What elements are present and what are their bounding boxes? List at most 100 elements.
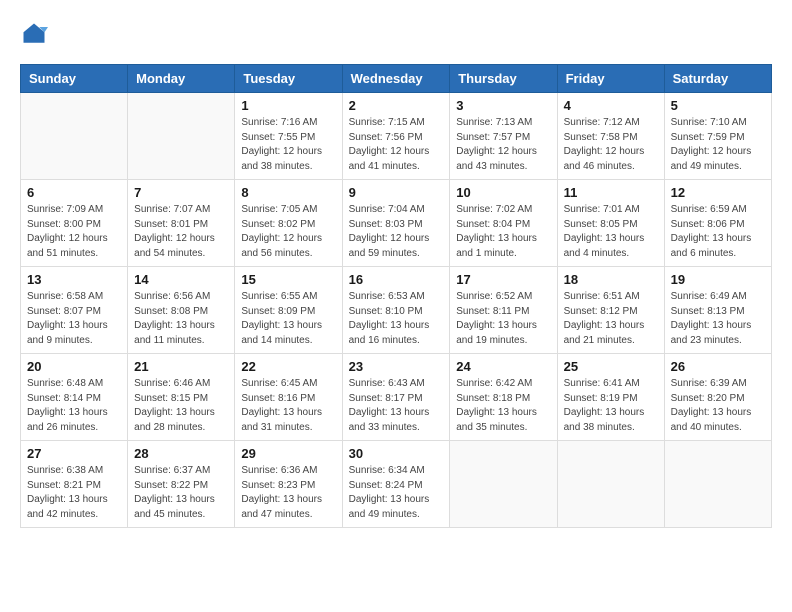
day-number: 17 bbox=[456, 272, 550, 287]
day-number: 5 bbox=[671, 98, 765, 113]
day-info: Sunrise: 6:48 AM Sunset: 8:14 PM Dayligh… bbox=[27, 377, 121, 435]
day-number: 16 bbox=[349, 272, 444, 287]
day-info: Sunrise: 7:16 AM Sunset: 7:55 PM Dayligh… bbox=[241, 116, 335, 174]
calendar-table: SundayMondayTuesdayWednesdayThursdayFrid… bbox=[20, 64, 772, 528]
weekday-header: Thursday bbox=[450, 65, 557, 93]
calendar-cell bbox=[450, 441, 557, 528]
weekday-header: Tuesday bbox=[235, 65, 342, 93]
day-number: 4 bbox=[564, 98, 658, 113]
day-number: 30 bbox=[349, 446, 444, 461]
calendar-cell: 24 Sunrise: 6:42 AM Sunset: 8:18 PM Dayli… bbox=[450, 354, 557, 441]
page-header bbox=[20, 20, 772, 48]
calendar-cell: 14 Sunrise: 6:56 AM Sunset: 8:08 PM Dayli… bbox=[128, 267, 235, 354]
weekday-header: Saturday bbox=[664, 65, 771, 93]
calendar-cell: 29 Sunrise: 6:36 AM Sunset: 8:23 PM Dayli… bbox=[235, 441, 342, 528]
day-number: 19 bbox=[671, 272, 765, 287]
calendar-cell: 23 Sunrise: 6:43 AM Sunset: 8:17 PM Dayli… bbox=[342, 354, 450, 441]
day-info: Sunrise: 6:52 AM Sunset: 8:11 PM Dayligh… bbox=[456, 290, 550, 348]
day-number: 15 bbox=[241, 272, 335, 287]
calendar-header-row: SundayMondayTuesdayWednesdayThursdayFrid… bbox=[21, 65, 772, 93]
day-info: Sunrise: 6:56 AM Sunset: 8:08 PM Dayligh… bbox=[134, 290, 228, 348]
day-info: Sunrise: 6:43 AM Sunset: 8:17 PM Dayligh… bbox=[349, 377, 444, 435]
day-number: 7 bbox=[134, 185, 228, 200]
day-info: Sunrise: 6:34 AM Sunset: 8:24 PM Dayligh… bbox=[349, 464, 444, 522]
weekday-header: Wednesday bbox=[342, 65, 450, 93]
day-info: Sunrise: 6:58 AM Sunset: 8:07 PM Dayligh… bbox=[27, 290, 121, 348]
calendar-cell: 27Sunrise: 6:38 AM Sunset: 8:21 PM Dayli… bbox=[21, 441, 128, 528]
day-number: 20 bbox=[27, 359, 121, 374]
day-info: Sunrise: 7:02 AM Sunset: 8:04 PM Dayligh… bbox=[456, 203, 550, 261]
calendar-cell: 12 Sunrise: 6:59 AM Sunset: 8:06 PM Dayli… bbox=[664, 180, 771, 267]
calendar-cell: 15 Sunrise: 6:55 AM Sunset: 8:09 PM Dayli… bbox=[235, 267, 342, 354]
calendar-cell: 18 Sunrise: 6:51 AM Sunset: 8:12 PM Dayli… bbox=[557, 267, 664, 354]
calendar-cell: 5Sunrise: 7:10 AM Sunset: 7:59 PM Daylig… bbox=[664, 93, 771, 180]
day-number: 11 bbox=[564, 185, 658, 200]
day-info: Sunrise: 6:53 AM Sunset: 8:10 PM Dayligh… bbox=[349, 290, 444, 348]
day-number: 23 bbox=[349, 359, 444, 374]
calendar-cell: 13 Sunrise: 6:58 AM Sunset: 8:07 PM Dayli… bbox=[21, 267, 128, 354]
day-info: Sunrise: 7:09 AM Sunset: 8:00 PM Dayligh… bbox=[27, 203, 121, 261]
calendar-cell: 7 Sunrise: 7:07 AM Sunset: 8:01 PM Daylig… bbox=[128, 180, 235, 267]
calendar-cell: 6 Sunrise: 7:09 AM Sunset: 8:00 PM Daylig… bbox=[21, 180, 128, 267]
day-number: 9 bbox=[349, 185, 444, 200]
day-info: Sunrise: 6:59 AM Sunset: 8:06 PM Dayligh… bbox=[671, 203, 765, 261]
calendar-week-row: 27Sunrise: 6:38 AM Sunset: 8:21 PM Dayli… bbox=[21, 441, 772, 528]
calendar-week-row: 20 Sunrise: 6:48 AM Sunset: 8:14 PM Dayli… bbox=[21, 354, 772, 441]
day-number: 28 bbox=[134, 446, 228, 461]
calendar-cell: 16 Sunrise: 6:53 AM Sunset: 8:10 PM Dayli… bbox=[342, 267, 450, 354]
day-number: 18 bbox=[564, 272, 658, 287]
day-number: 1 bbox=[241, 98, 335, 113]
calendar-week-row: 13 Sunrise: 6:58 AM Sunset: 8:07 PM Dayli… bbox=[21, 267, 772, 354]
calendar-cell bbox=[664, 441, 771, 528]
calendar-cell bbox=[128, 93, 235, 180]
day-number: 14 bbox=[134, 272, 228, 287]
weekday-header: Friday bbox=[557, 65, 664, 93]
calendar-cell bbox=[21, 93, 128, 180]
day-info: Sunrise: 7:07 AM Sunset: 8:01 PM Dayligh… bbox=[134, 203, 228, 261]
day-number: 21 bbox=[134, 359, 228, 374]
logo-icon bbox=[20, 20, 48, 48]
calendar-cell: 19 Sunrise: 6:49 AM Sunset: 8:13 PM Dayli… bbox=[664, 267, 771, 354]
day-info: Sunrise: 6:46 AM Sunset: 8:15 PM Dayligh… bbox=[134, 377, 228, 435]
day-info: Sunrise: 6:38 AM Sunset: 8:21 PM Dayligh… bbox=[27, 464, 121, 522]
weekday-header: Sunday bbox=[21, 65, 128, 93]
day-info: Sunrise: 7:05 AM Sunset: 8:02 PM Dayligh… bbox=[241, 203, 335, 261]
day-number: 13 bbox=[27, 272, 121, 287]
day-info: Sunrise: 6:41 AM Sunset: 8:19 PM Dayligh… bbox=[564, 377, 658, 435]
calendar-cell: 4Sunrise: 7:12 AM Sunset: 7:58 PM Daylig… bbox=[557, 93, 664, 180]
calendar-week-row: 6 Sunrise: 7:09 AM Sunset: 8:00 PM Daylig… bbox=[21, 180, 772, 267]
calendar-cell: 22 Sunrise: 6:45 AM Sunset: 8:16 PM Dayli… bbox=[235, 354, 342, 441]
day-number: 6 bbox=[27, 185, 121, 200]
calendar-cell: 9 Sunrise: 7:04 AM Sunset: 8:03 PM Daylig… bbox=[342, 180, 450, 267]
calendar-cell: 10Sunrise: 7:02 AM Sunset: 8:04 PM Dayli… bbox=[450, 180, 557, 267]
day-number: 2 bbox=[349, 98, 444, 113]
day-info: Sunrise: 6:55 AM Sunset: 8:09 PM Dayligh… bbox=[241, 290, 335, 348]
day-info: Sunrise: 7:04 AM Sunset: 8:03 PM Dayligh… bbox=[349, 203, 444, 261]
day-info: Sunrise: 6:42 AM Sunset: 8:18 PM Dayligh… bbox=[456, 377, 550, 435]
day-info: Sunrise: 6:39 AM Sunset: 8:20 PM Dayligh… bbox=[671, 377, 765, 435]
day-info: Sunrise: 7:13 AM Sunset: 7:57 PM Dayligh… bbox=[456, 116, 550, 174]
calendar-cell: 3 Sunrise: 7:13 AM Sunset: 7:57 PM Daylig… bbox=[450, 93, 557, 180]
calendar-cell: 11 Sunrise: 7:01 AM Sunset: 8:05 PM Dayli… bbox=[557, 180, 664, 267]
logo bbox=[20, 20, 52, 48]
calendar-cell: 2 Sunrise: 7:15 AM Sunset: 7:56 PM Daylig… bbox=[342, 93, 450, 180]
day-info: Sunrise: 6:51 AM Sunset: 8:12 PM Dayligh… bbox=[564, 290, 658, 348]
day-number: 24 bbox=[456, 359, 550, 374]
day-number: 8 bbox=[241, 185, 335, 200]
weekday-header: Monday bbox=[128, 65, 235, 93]
calendar-week-row: 1 Sunrise: 7:16 AM Sunset: 7:55 PM Daylig… bbox=[21, 93, 772, 180]
calendar-cell: 28 Sunrise: 6:37 AM Sunset: 8:22 PM Dayli… bbox=[128, 441, 235, 528]
day-info: Sunrise: 6:45 AM Sunset: 8:16 PM Dayligh… bbox=[241, 377, 335, 435]
day-info: Sunrise: 6:49 AM Sunset: 8:13 PM Dayligh… bbox=[671, 290, 765, 348]
calendar-cell: 20 Sunrise: 6:48 AM Sunset: 8:14 PM Dayli… bbox=[21, 354, 128, 441]
day-info: Sunrise: 6:37 AM Sunset: 8:22 PM Dayligh… bbox=[134, 464, 228, 522]
day-number: 3 bbox=[456, 98, 550, 113]
calendar-cell: 8 Sunrise: 7:05 AM Sunset: 8:02 PM Daylig… bbox=[235, 180, 342, 267]
day-info: Sunrise: 7:01 AM Sunset: 8:05 PM Dayligh… bbox=[564, 203, 658, 261]
day-number: 22 bbox=[241, 359, 335, 374]
day-number: 12 bbox=[671, 185, 765, 200]
day-info: Sunrise: 7:15 AM Sunset: 7:56 PM Dayligh… bbox=[349, 116, 444, 174]
day-info: Sunrise: 6:36 AM Sunset: 8:23 PM Dayligh… bbox=[241, 464, 335, 522]
calendar-cell: 21 Sunrise: 6:46 AM Sunset: 8:15 PM Dayli… bbox=[128, 354, 235, 441]
day-number: 29 bbox=[241, 446, 335, 461]
